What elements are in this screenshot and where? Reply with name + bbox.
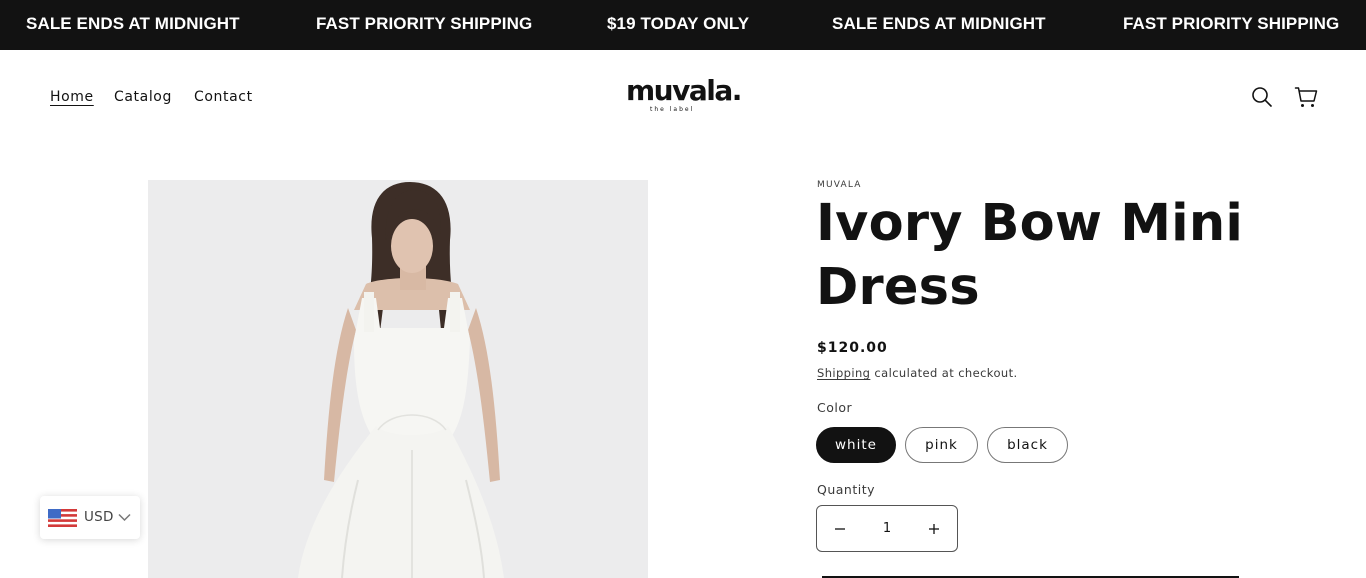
- announcement-item: SALE ENDS AT MIDNIGHT: [832, 14, 1046, 33]
- brand-logo[interactable]: muvala. the label: [626, 74, 742, 116]
- site-header: Home Catalog Contact muvala. the label: [0, 50, 1366, 144]
- announcement-item: FAST PRIORITY SHIPPING: [316, 14, 533, 33]
- quantity-label: Quantity: [817, 482, 876, 497]
- shipping-note: Shipping calculated at checkout.: [817, 366, 1018, 380]
- minus-icon: [835, 527, 845, 530]
- logo-wordmark: muvala.: [626, 74, 742, 107]
- product-price: $120.00: [817, 340, 888, 356]
- nav-home-link[interactable]: Home: [50, 89, 94, 105]
- announcement-item: $19 TODAY ONLY: [607, 14, 750, 33]
- quantity-input[interactable]: 1: [863, 506, 911, 551]
- announcement-item: FAST PRIORITY SHIPPING: [1123, 14, 1340, 33]
- quantity-stepper: 1: [816, 505, 958, 552]
- nav-catalog-link[interactable]: Catalog: [114, 89, 172, 105]
- chevron-down-icon: [118, 513, 131, 522]
- cart-button[interactable]: [1294, 85, 1318, 109]
- search-button[interactable]: [1250, 85, 1274, 109]
- color-option-white[interactable]: white: [816, 427, 896, 463]
- logo-tagline: the label: [650, 106, 695, 113]
- color-option-pink[interactable]: pink: [905, 427, 978, 463]
- announcement-item: SALE ENDS AT MIDNIGHT: [26, 14, 240, 33]
- currency-selector[interactable]: USD: [40, 496, 140, 539]
- us-flag-icon: [48, 509, 77, 527]
- decrease-quantity-button[interactable]: [817, 506, 863, 551]
- product-vendor: MUVALA: [817, 180, 862, 190]
- shipping-text: calculated at checkout.: [870, 366, 1018, 380]
- plus-icon: [929, 523, 939, 534]
- search-icon: [1252, 87, 1272, 107]
- color-option-black[interactable]: black: [987, 427, 1068, 463]
- color-label: Color: [817, 400, 853, 415]
- cart-icon: [1294, 87, 1318, 107]
- shipping-link[interactable]: Shipping: [817, 366, 870, 380]
- announcement-bar: SALE ENDS AT MIDNIGHT FAST PRIORITY SHIP…: [0, 0, 1366, 50]
- increase-quantity-button[interactable]: [911, 506, 957, 551]
- nav-contact-link[interactable]: Contact: [194, 89, 253, 105]
- product-image[interactable]: [148, 180, 648, 578]
- product-title: Ivory Bow Mini Dress: [816, 194, 1244, 317]
- currency-code: USD: [84, 509, 114, 525]
- dress-photo: [148, 180, 648, 578]
